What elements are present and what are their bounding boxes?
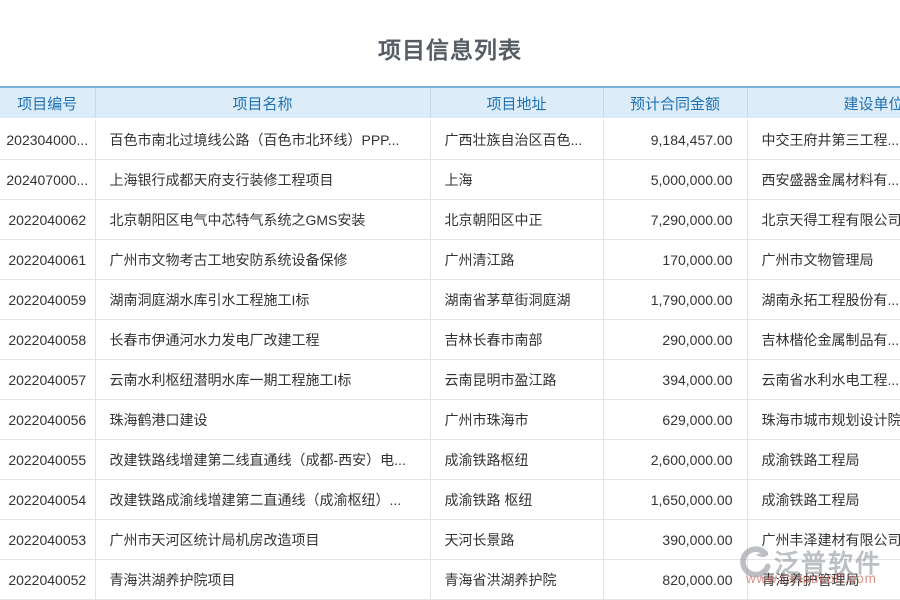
- cell-amount: 1,790,000.00: [603, 280, 747, 320]
- cell-address: 湖南省茅草街洞庭湖: [430, 280, 603, 320]
- table-header-row: 项目编号项目名称项目地址预计合同金额建设单位: [0, 87, 900, 119]
- column-header-code: 项目编号: [0, 87, 95, 119]
- cell-name: 改建铁路成渝线增建第二直通线（成渝枢纽）...: [95, 480, 430, 520]
- cell-amount: 290,000.00: [603, 320, 747, 360]
- table-row[interactable]: 2022040061广州市文物考古工地安防系统设备保修广州清江路170,000.…: [0, 240, 900, 280]
- cell-address: 成渝铁路 枢纽: [430, 480, 603, 520]
- cell-name: 长春市伊通河水力发电厂改建工程: [95, 320, 430, 360]
- cell-address: 成渝铁路枢纽: [430, 440, 603, 480]
- cell-name: 珠海鹤港口建设: [95, 400, 430, 440]
- cell-amount: 820,000.00: [603, 560, 747, 600]
- cell-address: 广州清江路: [430, 240, 603, 280]
- cell-unit: 云南省水利水电工程...: [747, 360, 900, 400]
- table-row[interactable]: 2022040053广州市天河区统计局机房改造项目天河长景路390,000.00…: [0, 520, 900, 560]
- table-row[interactable]: 2022040054改建铁路成渝线增建第二直通线（成渝枢纽）...成渝铁路 枢纽…: [0, 480, 900, 520]
- column-header-address: 项目地址: [430, 87, 603, 119]
- table-row[interactable]: 2022040062北京朝阳区电气中芯特气系统之GMS安装北京朝阳区中正7,29…: [0, 200, 900, 240]
- cell-code: 202407000...: [0, 160, 95, 200]
- cell-address: 天河长景路: [430, 520, 603, 560]
- cell-unit: 北京天得工程有限公司: [747, 200, 900, 240]
- cell-name: 广州市天河区统计局机房改造项目: [95, 520, 430, 560]
- cell-amount: 9,184,457.00: [603, 119, 747, 160]
- cell-amount: 2,600,000.00: [603, 440, 747, 480]
- cell-amount: 629,000.00: [603, 400, 747, 440]
- cell-address: 云南昆明市盈江路: [430, 360, 603, 400]
- table-row[interactable]: 2022040056珠海鹤港口建设广州市珠海市629,000.00珠海市城市规划…: [0, 400, 900, 440]
- cell-address: 北京朝阳区中正: [430, 200, 603, 240]
- cell-name: 上海银行成都天府支行装修工程项目: [95, 160, 430, 200]
- cell-address: 上海: [430, 160, 603, 200]
- table-row[interactable]: 202304000...百色市南北过境线公路（百色市北环线）PPP...广西壮族…: [0, 119, 900, 160]
- project-info-table: 项目编号项目名称项目地址预计合同金额建设单位 202304000...百色市南北…: [0, 86, 900, 600]
- cell-name: 北京朝阳区电气中芯特气系统之GMS安装: [95, 200, 430, 240]
- cell-name: 湖南洞庭湖水库引水工程施工I标: [95, 280, 430, 320]
- column-header-name: 项目名称: [95, 87, 430, 119]
- table-row[interactable]: 2022040057云南水利枢纽潜明水库一期工程施工I标云南昆明市盈江路394,…: [0, 360, 900, 400]
- project-table: 项目编号项目名称项目地址预计合同金额建设单位 202304000...百色市南北…: [0, 86, 900, 600]
- column-header-unit: 建设单位: [747, 87, 900, 119]
- cell-code: 2022040054: [0, 480, 95, 520]
- cell-code: 2022040062: [0, 200, 95, 240]
- cell-unit: 西安盛器金属材料有...: [747, 160, 900, 200]
- cell-name: 改建铁路线增建第二线直通线（成都-西安）电...: [95, 440, 430, 480]
- cell-amount: 7,290,000.00: [603, 200, 747, 240]
- cell-name: 青海洪湖养护院项目: [95, 560, 430, 600]
- cell-code: 2022040058: [0, 320, 95, 360]
- cell-unit: 成渝铁路工程局: [747, 440, 900, 480]
- cell-address: 吉林长春市南部: [430, 320, 603, 360]
- cell-name: 云南水利枢纽潜明水库一期工程施工I标: [95, 360, 430, 400]
- cell-amount: 5,000,000.00: [603, 160, 747, 200]
- cell-code: 2022040052: [0, 560, 95, 600]
- cell-unit: 青海养护管理局: [747, 560, 900, 600]
- cell-address: 广西壮族自治区百色...: [430, 119, 603, 160]
- table-row[interactable]: 202407000...上海银行成都天府支行装修工程项目上海5,000,000.…: [0, 160, 900, 200]
- cell-amount: 390,000.00: [603, 520, 747, 560]
- cell-unit: 吉林楷伦金属制品有...: [747, 320, 900, 360]
- table-row[interactable]: 2022040058长春市伊通河水力发电厂改建工程吉林长春市南部290,000.…: [0, 320, 900, 360]
- cell-name: 广州市文物考古工地安防系统设备保修: [95, 240, 430, 280]
- cell-unit: 珠海市城市规划设计院: [747, 400, 900, 440]
- cell-code: 2022040055: [0, 440, 95, 480]
- cell-code: 2022040057: [0, 360, 95, 400]
- page-title: 项目信息列表: [0, 0, 900, 65]
- cell-code: 2022040059: [0, 280, 95, 320]
- cell-unit: 湖南永拓工程股份有...: [747, 280, 900, 320]
- cell-unit: 广州市文物管理局: [747, 240, 900, 280]
- cell-code: 2022040056: [0, 400, 95, 440]
- cell-amount: 170,000.00: [603, 240, 747, 280]
- cell-unit: 广州丰泽建材有限公司: [747, 520, 900, 560]
- cell-name: 百色市南北过境线公路（百色市北环线）PPP...: [95, 119, 430, 160]
- cell-amount: 394,000.00: [603, 360, 747, 400]
- table-row[interactable]: 2022040059湖南洞庭湖水库引水工程施工I标湖南省茅草街洞庭湖1,790,…: [0, 280, 900, 320]
- cell-address: 青海省洪湖养护院: [430, 560, 603, 600]
- cell-unit: 中交王府井第三工程...: [747, 119, 900, 160]
- cell-code: 202304000...: [0, 119, 95, 160]
- table-row[interactable]: 2022040052青海洪湖养护院项目青海省洪湖养护院820,000.00青海养…: [0, 560, 900, 600]
- column-header-amount: 预计合同金额: [603, 87, 747, 119]
- cell-amount: 1,650,000.00: [603, 480, 747, 520]
- cell-code: 2022040053: [0, 520, 95, 560]
- table-row[interactable]: 2022040055改建铁路线增建第二线直通线（成都-西安）电...成渝铁路枢纽…: [0, 440, 900, 480]
- cell-unit: 成渝铁路工程局: [747, 480, 900, 520]
- project-info-page: 项目信息列表 项目编号项目名称项目地址预计合同金额建设单位 202304000.…: [0, 0, 900, 600]
- cell-code: 2022040061: [0, 240, 95, 280]
- cell-address: 广州市珠海市: [430, 400, 603, 440]
